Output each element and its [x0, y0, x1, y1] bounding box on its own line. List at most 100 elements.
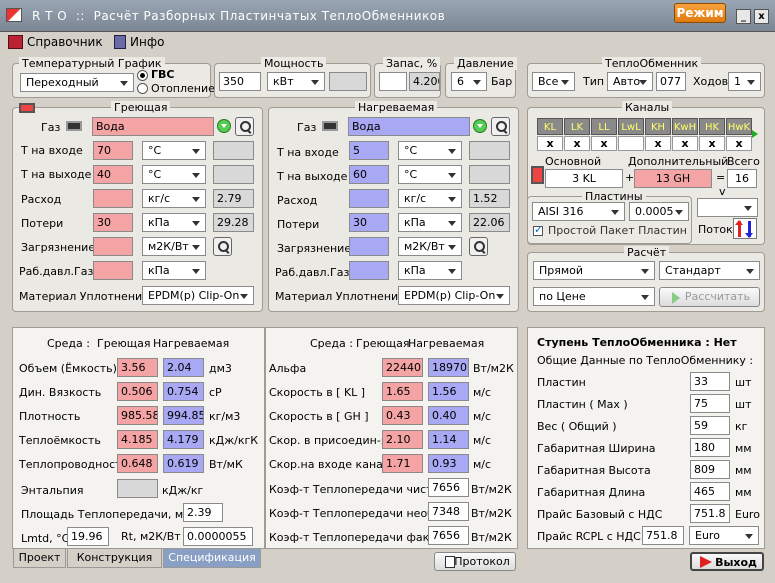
hot-fouling-input[interactable]: [93, 237, 133, 256]
hot-fouling-unit[interactable]: м2К/Вт: [142, 237, 206, 256]
currency-select[interactable]: Euro: [689, 526, 759, 545]
plates-material-select[interactable]: AISI 316: [532, 202, 625, 221]
hot-gas-pressure-unit[interactable]: кПа: [142, 261, 206, 280]
prop2-label: Скорость в [ GH ]: [269, 410, 369, 423]
cold-seal-select[interactable]: EPDM(p) Clip-On: [398, 286, 510, 305]
hot-tin-unit[interactable]: °C: [142, 141, 206, 160]
properties-panel: Среда : Греющая Нагреваемая Объем (Ёмкос…: [12, 327, 265, 549]
hot-medium-field[interactable]: Вода: [92, 117, 214, 136]
hx-type-select[interactable]: Авто: [607, 72, 653, 91]
prop2-cold-value: 0.40: [428, 406, 469, 425]
channel-header-KL: KL: [537, 118, 563, 135]
summary-value: 59: [690, 416, 730, 435]
hot-medium-dropdown-icon[interactable]: [217, 119, 231, 133]
summary-label: Вес ( Общий ): [537, 420, 617, 433]
channel-header-KwH: KwH: [672, 118, 698, 135]
hot-gas-label: Газ: [41, 121, 61, 134]
radio-gvs[interactable]: [137, 70, 148, 81]
hot-gas-icon[interactable]: [66, 121, 82, 131]
props2-hot-header: Греющая: [356, 337, 410, 350]
cold-gas-icon[interactable]: [322, 121, 338, 131]
calc-by-select[interactable]: по Цене: [533, 287, 655, 306]
cold-medium-dropdown-icon[interactable]: [473, 119, 487, 133]
calculate-button[interactable]: Рассчитать: [659, 287, 760, 307]
cold-flow-unit[interactable]: кг/с: [398, 189, 462, 208]
cold-fouling-search-icon[interactable]: [469, 237, 488, 256]
calc-flow-select[interactable]: Прямой: [533, 261, 655, 280]
channel-mark-LK[interactable]: x: [564, 136, 590, 151]
hot-loss-input[interactable]: 30: [93, 213, 133, 232]
prop-hot-value: 3.56: [117, 358, 158, 377]
channel-mark-HK[interactable]: x: [699, 136, 725, 151]
hot-tin-input[interactable]: 70: [93, 141, 133, 160]
flow-select[interactable]: [697, 198, 758, 217]
tab-construction[interactable]: Конструкция: [67, 548, 162, 568]
cold-tout-unit[interactable]: °C: [398, 165, 462, 184]
cold-gas-pressure-unit[interactable]: кПа: [398, 261, 462, 280]
plates-group: Пластины AISI 316 0.0005 ✓ Простой Пакет…: [527, 190, 692, 244]
simple-pack-checkbox[interactable]: ✓: [533, 223, 543, 236]
power-unit-select[interactable]: кВт: [267, 72, 325, 91]
cold-fouling-unit[interactable]: м2К/Вт: [398, 237, 462, 256]
hot-flow-unit[interactable]: кг/с: [142, 189, 206, 208]
channel-mark-KwH[interactable]: x: [672, 136, 698, 151]
power-calc-field: [329, 72, 367, 91]
minimize-button[interactable]: _: [736, 9, 751, 24]
pressure-select[interactable]: 6: [451, 72, 487, 91]
prop2-unit: м/с: [473, 386, 492, 399]
cold-loss-label: Потери: [277, 218, 320, 231]
coef-value: 7656: [428, 526, 469, 545]
plates-thickness-select[interactable]: 0.0005: [629, 202, 689, 221]
channel-mark-HwK[interactable]: x: [726, 136, 752, 151]
cold-tin-unit[interactable]: °C: [398, 141, 462, 160]
calc-standard-select[interactable]: Стандарт: [659, 261, 760, 280]
tab-specification[interactable]: Спецификация: [163, 548, 261, 568]
mode-button[interactable]: Режим: [674, 3, 726, 23]
hot-fouling-search-icon[interactable]: [213, 237, 232, 256]
hot-tout-unit[interactable]: °C: [142, 165, 206, 184]
app-logo-icon: [6, 8, 22, 22]
temp-schedule-select[interactable]: Переходный: [20, 73, 134, 92]
reserve-input[interactable]: [379, 72, 407, 91]
hx-all-select[interactable]: Все: [532, 72, 575, 91]
cold-flow-input[interactable]: [349, 189, 389, 208]
channel-mark-LL[interactable]: x: [591, 136, 617, 151]
cold-medium-search-icon[interactable]: [491, 117, 510, 136]
cold-tin-input[interactable]: 5: [349, 141, 389, 160]
hx-code-field[interactable]: 077: [656, 72, 686, 91]
channel-mark-KH[interactable]: x: [645, 136, 671, 151]
cold-loss-input[interactable]: 30: [349, 213, 389, 232]
power-input[interactable]: 350: [219, 72, 261, 91]
cold-tout-input[interactable]: 60: [349, 165, 389, 184]
channels-arrow-icon[interactable]: [752, 130, 758, 138]
cold-fouling-input[interactable]: [349, 237, 389, 256]
cold-gas-pressure-input[interactable]: [349, 261, 389, 280]
cold-loss-unit[interactable]: кПа: [398, 213, 462, 232]
calculate-button-label: Рассчитать: [684, 290, 751, 303]
hot-flow-input[interactable]: [93, 189, 133, 208]
channel-mark-KL[interactable]: x: [537, 136, 563, 151]
hot-seal-select[interactable]: EPDM(p) Clip-On: [142, 286, 254, 305]
info-icon: [114, 35, 126, 49]
close-button[interactable]: x: [754, 9, 769, 24]
summary-label: Габаритная Длина: [537, 486, 646, 499]
flow-direction-icon[interactable]: [733, 218, 757, 239]
hot-loss-unit[interactable]: кПа: [142, 213, 206, 232]
channel-mark-LwL[interactable]: [618, 136, 644, 151]
props-env-label: Среда :: [47, 337, 90, 350]
radio-heating[interactable]: [137, 83, 148, 94]
menu-handbook[interactable]: Справочник: [8, 35, 103, 49]
tab-project[interactable]: Проект: [13, 548, 66, 568]
reserve-group: Запас, % 4.200: [374, 57, 441, 98]
hot-medium-search-icon[interactable]: [235, 117, 254, 136]
properties-panel-2: Среда : Греющая Нагреваемая Альфа 22440 18…: [265, 327, 518, 549]
channels-v-mark: v: [719, 185, 726, 198]
exit-button[interactable]: Выход: [690, 552, 764, 571]
cold-medium-field[interactable]: Вода: [348, 117, 470, 136]
hot-fouling-label: Загрязнение: [21, 241, 96, 254]
protocol-button[interactable]: Протокол: [434, 552, 516, 571]
hot-tout-input[interactable]: 40: [93, 165, 133, 184]
hx-passes-select[interactable]: 1: [728, 72, 761, 91]
hot-gas-pressure-input[interactable]: [93, 261, 133, 280]
menu-info[interactable]: Инфо: [114, 35, 164, 49]
